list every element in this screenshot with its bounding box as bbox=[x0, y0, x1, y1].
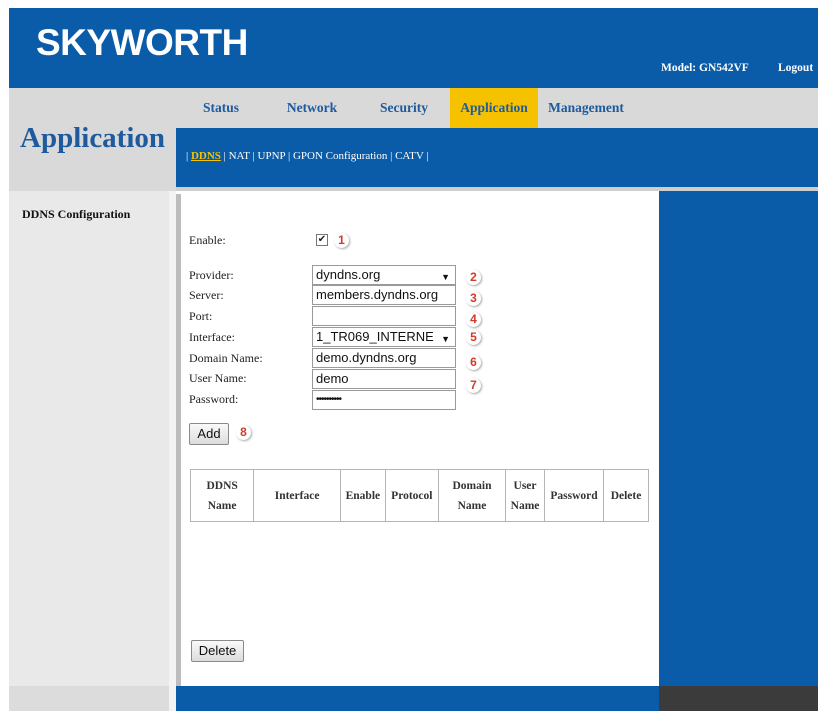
col-ddns-name: DDNS Name bbox=[189, 469, 255, 522]
logout-link[interactable]: Logout bbox=[778, 62, 813, 74]
callout-badge-6: 6 bbox=[466, 355, 481, 370]
col-interface: Interface bbox=[253, 469, 341, 522]
interface-select[interactable]: 1_TR069_INTERNE bbox=[312, 327, 456, 347]
ddns-table: DDNS Name Interface Enable Protocol Domai… bbox=[189, 469, 649, 522]
sidebar-footer bbox=[9, 686, 169, 711]
col-delete: Delete bbox=[603, 469, 649, 522]
domain-name-input[interactable]: demo.dyndns.org bbox=[312, 348, 456, 368]
provider-select[interactable]: dyndns.org bbox=[312, 265, 456, 285]
subnav-nat[interactable]: NAT bbox=[229, 150, 250, 162]
password-label: Password: bbox=[189, 392, 239, 406]
callout-badge-3: 3 bbox=[466, 291, 481, 306]
enable-checkbox[interactable]: ✔ bbox=[316, 234, 328, 246]
user-name-label: User Name: bbox=[189, 371, 247, 385]
callout-badge-4: 4 bbox=[466, 312, 481, 327]
tab-security[interactable]: Security bbox=[372, 88, 436, 128]
interface-label: Interface: bbox=[189, 330, 235, 344]
tab-application[interactable]: Application bbox=[450, 88, 538, 128]
tab-status[interactable]: Status bbox=[196, 88, 246, 128]
port-input[interactable] bbox=[312, 306, 456, 326]
footer-corner bbox=[659, 686, 818, 711]
subnav-catv[interactable]: CATV bbox=[395, 150, 424, 162]
tab-network[interactable]: Network bbox=[278, 88, 346, 128]
subnav-ddns[interactable]: DDNS bbox=[191, 150, 221, 162]
provider-label: Provider: bbox=[189, 268, 234, 282]
col-user-name: User Name bbox=[505, 469, 545, 522]
callout-badge-5: 5 bbox=[466, 330, 481, 345]
page-title: Application bbox=[20, 122, 166, 154]
callout-badge-8: 8 bbox=[236, 425, 251, 440]
tab-management[interactable]: Management bbox=[540, 88, 632, 128]
port-label: Port: bbox=[189, 309, 213, 323]
server-label: Server: bbox=[189, 288, 224, 302]
server-input[interactable]: members.dyndns.org bbox=[312, 285, 456, 305]
callout-badge-7: 7 bbox=[466, 378, 481, 393]
password-input[interactable]: •••••••••• bbox=[312, 390, 456, 410]
col-enable: Enable bbox=[339, 469, 386, 522]
right-panel bbox=[659, 191, 818, 686]
domain-name-label: Domain Name: bbox=[189, 351, 263, 365]
add-button[interactable]: Add bbox=[189, 423, 229, 445]
callout-badge-2: 2 bbox=[466, 270, 481, 285]
callout-badge-1: 1 bbox=[334, 233, 349, 248]
col-protocol: Protocol bbox=[384, 469, 439, 522]
col-domain-name: Domain Name bbox=[437, 469, 507, 522]
subnav-links: | DDNS | NAT | UPNP | GPON Configuration… bbox=[186, 150, 429, 162]
col-password: Password bbox=[543, 469, 605, 522]
skyworth-logo: SKYWORTH bbox=[36, 22, 248, 63]
sidebar-divider bbox=[169, 191, 176, 711]
sidebar bbox=[9, 191, 169, 686]
enable-label: Enable: bbox=[189, 233, 226, 247]
model-label: Model: GN542VF bbox=[661, 62, 749, 74]
delete-button[interactable]: Delete bbox=[191, 640, 244, 662]
subnav-upnp[interactable]: UPNP bbox=[258, 150, 286, 162]
user-name-input[interactable]: demo bbox=[312, 369, 456, 389]
table-header-row: DDNS Name Interface Enable Protocol Domai… bbox=[189, 469, 649, 522]
footer-bar bbox=[176, 686, 659, 711]
subnav-gpon-configuration[interactable]: GPON Configuration bbox=[293, 150, 387, 162]
sidebar-item-ddns-configuration[interactable]: DDNS Configuration bbox=[22, 207, 130, 222]
